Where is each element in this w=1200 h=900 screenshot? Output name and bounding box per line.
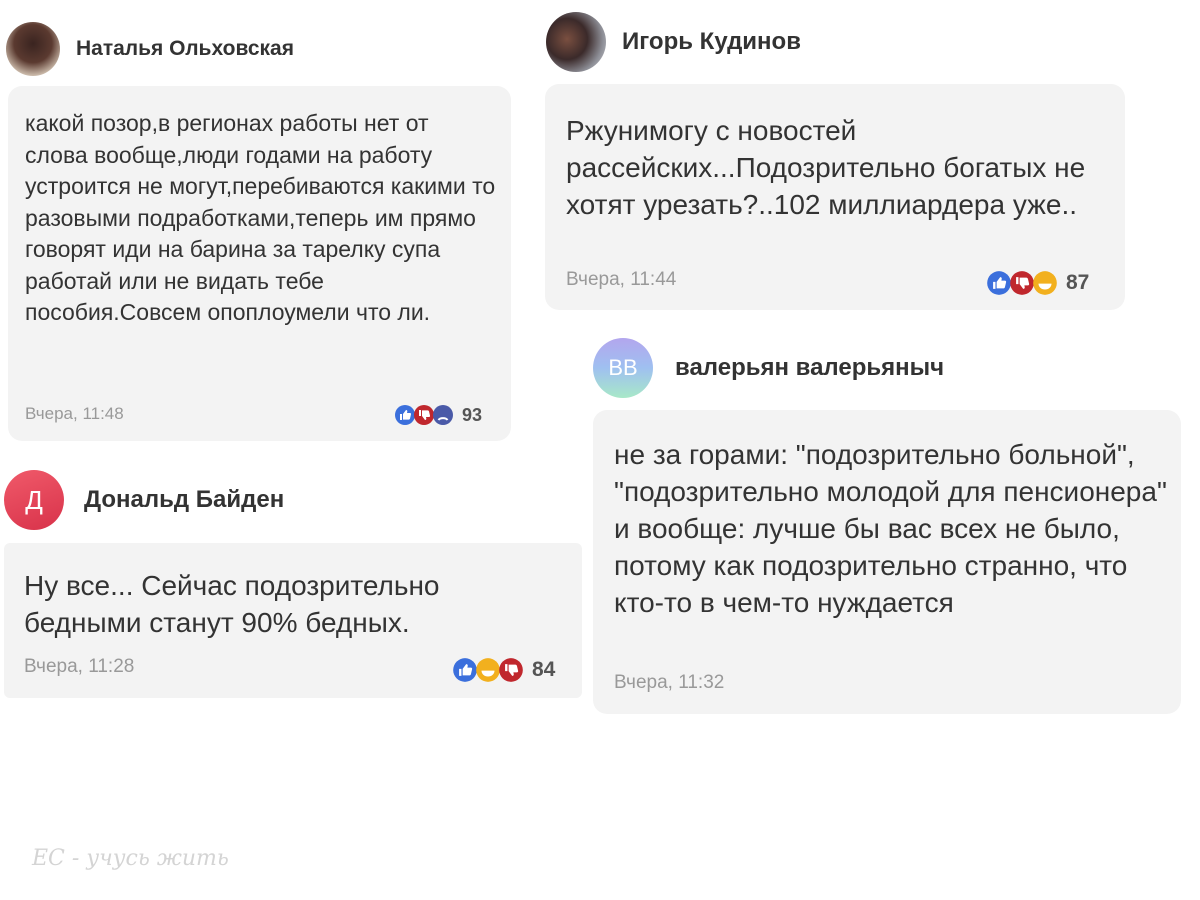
laugh-icon[interactable] [1032,270,1058,296]
comment-meta: Вчера, 11:32 [614,672,724,694]
comment-time: Вчера, 11:48 [25,404,124,423]
reactions[interactable]: 87 [986,270,1089,296]
avatar[interactable] [6,22,60,76]
watermark: ЕС - учусь жить [32,846,229,871]
reaction-count: 84 [532,658,556,681]
comment-meta: Вчера, 11:28 [24,656,134,678]
comment-bubble: не за горами: "подозрительно больной", "… [593,410,1181,714]
comment-text: Ну все... Сейчас подозрительно бедными с… [24,570,440,638]
comment-text: Ржунимогу с новостей рассейских...Подозр… [566,115,1086,220]
comment-header: Д Дональд Байден [4,470,284,530]
comment-time: Вчера, 11:44 [566,269,677,290]
reactions[interactable]: 84 [452,657,555,683]
comment-text: какой позор,в регионах работы нет от сло… [25,110,496,325]
comment-header: Наталья Ольховская [6,22,294,76]
reaction-count: 87 [1066,271,1090,294]
avatar[interactable]: Д [4,470,64,530]
reaction-count: 93 [462,404,483,425]
comment-time: Вчера, 11:32 [614,672,725,693]
comment-bubble: какой позор,в регионах работы нет от сло… [8,86,511,441]
sad-icon[interactable] [432,404,454,426]
comment-header: ВВ валерьян валерьяныч [593,338,944,398]
author-name[interactable]: Игорь Кудинов [622,28,801,56]
comment-bubble: Ну все... Сейчас подозрительно бедными с… [4,543,582,698]
comment-meta: Вчера, 11:44 [566,269,676,291]
dislike-icon[interactable] [498,657,524,683]
comment-time: Вчера, 11:28 [24,656,135,677]
author-name[interactable]: Дональд Байден [84,486,284,514]
avatar[interactable] [546,12,606,72]
author-name[interactable]: Наталья Ольховская [76,37,294,61]
avatar[interactable]: ВВ [593,338,653,398]
reactions[interactable]: 93 [394,404,482,426]
comment-text: не за горами: "подозрительно больной", "… [614,439,1167,618]
comment-meta: Вчера, 11:48 [25,404,124,424]
comment-header: Игорь Кудинов [546,12,801,72]
comment-bubble: Ржунимогу с новостей рассейских...Подозр… [545,84,1125,310]
author-name[interactable]: валерьян валерьяныч [675,354,944,382]
